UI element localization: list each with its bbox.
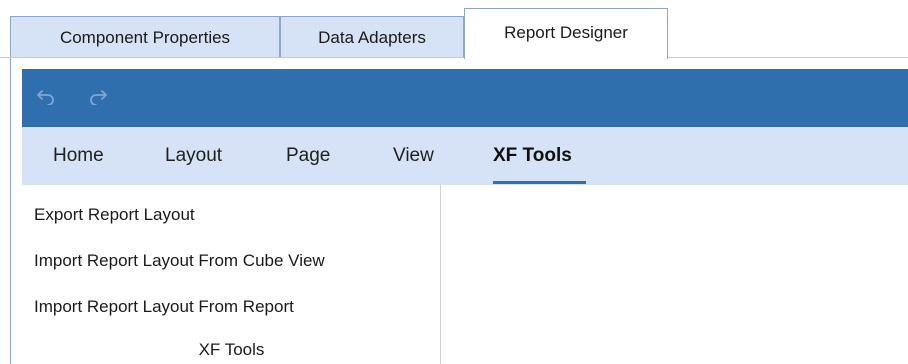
document-tab-strip: Component Properties Data Adapters Repor…: [0, 0, 908, 59]
tab-label: Report Designer: [504, 23, 628, 42]
ribbon-tab-bar: Home Layout Page View XF Tools: [22, 127, 908, 185]
ribbon-tab-xf-tools[interactable]: XF Tools: [493, 127, 572, 185]
import-report-layout-from-report-button[interactable]: Import Report Layout From Report: [34, 297, 294, 317]
ribbon-tab-home[interactable]: Home: [53, 127, 104, 185]
tab-report-designer[interactable]: Report Designer: [464, 8, 668, 59]
tab-label: Component Properties: [59, 27, 231, 47]
ribbon-tab-view[interactable]: View: [393, 127, 434, 185]
export-report-layout-button[interactable]: Export Report Layout: [34, 205, 195, 225]
quick-access-toolbar: [22, 69, 908, 127]
undo-button[interactable]: [34, 87, 58, 109]
tab-data-adapters[interactable]: Data Adapters: [280, 16, 464, 58]
redo-button[interactable]: [86, 87, 110, 109]
import-report-layout-from-cube-view-button[interactable]: Import Report Layout From Cube View: [34, 251, 325, 271]
ribbon-group-label: XF Tools: [198, 340, 265, 359]
ribbon-group-xf-tools: Export Report Layout Import Report Layou…: [22, 185, 441, 364]
active-tab-indicator: [493, 181, 586, 184]
redo-icon: [87, 87, 109, 110]
ribbon-tab-layout[interactable]: Layout: [165, 127, 222, 185]
undo-icon: [35, 87, 57, 110]
ribbon-tab-page[interactable]: Page: [286, 127, 330, 185]
tab-label: Data Adapters: [318, 27, 426, 47]
tab-component-properties[interactable]: Component Properties: [10, 16, 280, 58]
